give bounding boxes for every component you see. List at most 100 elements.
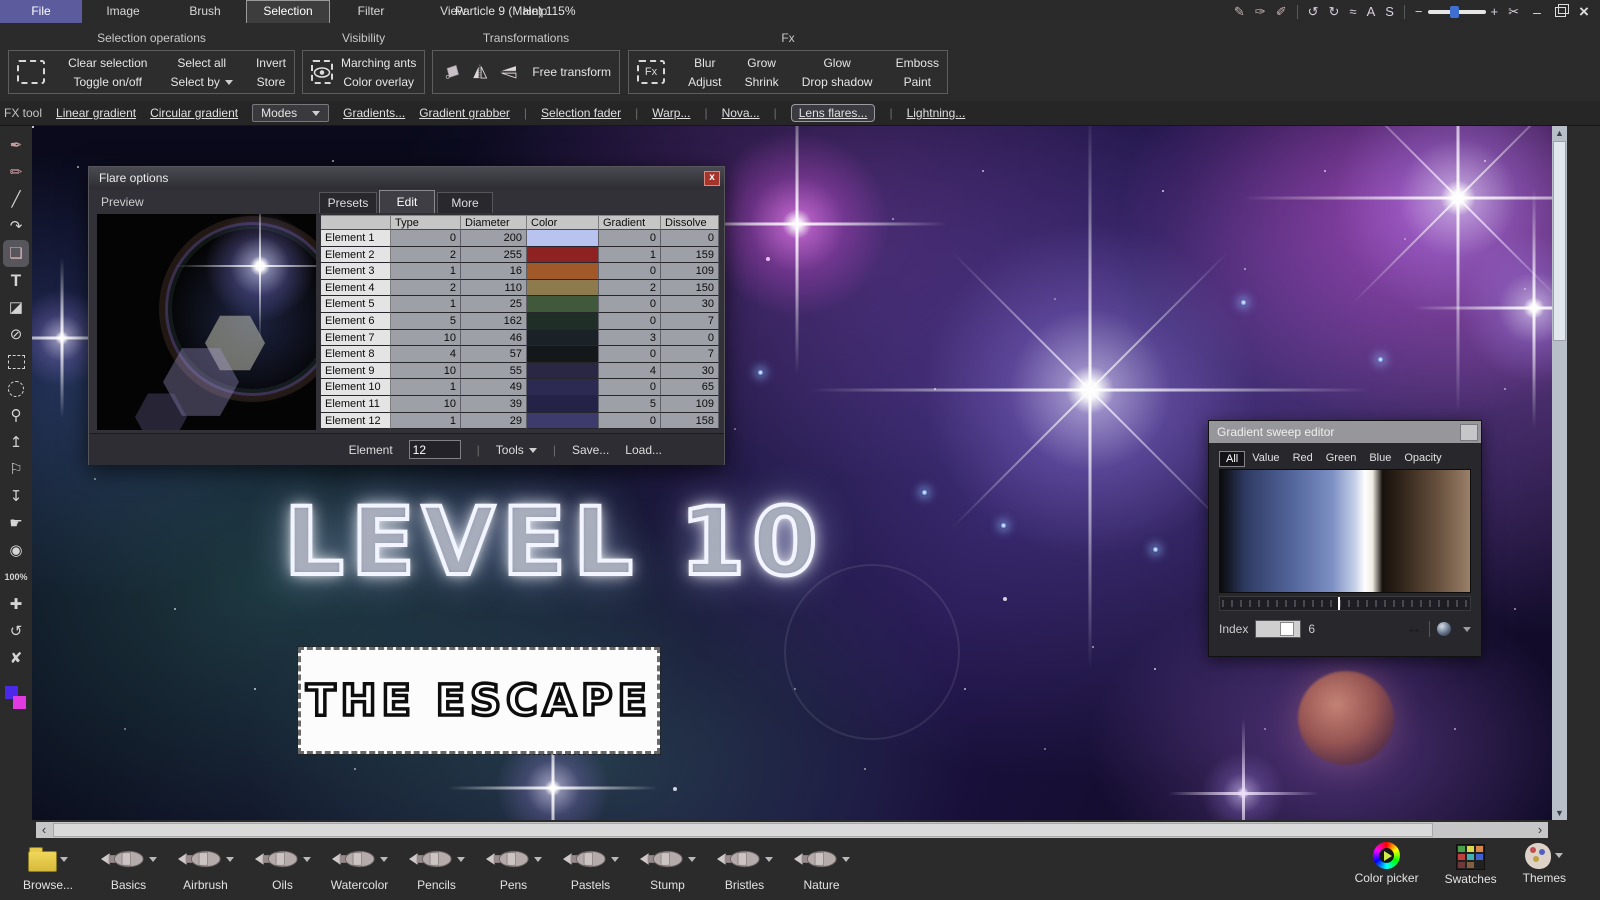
tab-blue[interactable]: Blue xyxy=(1363,451,1397,467)
dissolve-cell[interactable]: 30 xyxy=(661,296,719,313)
type-cell[interactable]: 2 xyxy=(391,247,461,264)
color-cell[interactable] xyxy=(527,263,599,280)
dissolve-cell[interactable]: 7 xyxy=(661,346,719,363)
toggle-onoff-button[interactable]: Toggle on/off xyxy=(68,75,147,89)
table-row[interactable]: Element 8 4 57 0 7 xyxy=(321,346,719,363)
select-by-button[interactable]: Select by xyxy=(171,75,233,89)
table-row[interactable]: Element 3 1 16 0 109 xyxy=(321,263,719,280)
dropdown-caret-icon[interactable] xyxy=(226,857,234,862)
dissolve-cell[interactable]: 0 xyxy=(661,330,719,347)
diameter-cell[interactable]: 255 xyxy=(461,247,527,264)
type-cell[interactable]: 1 xyxy=(391,379,461,396)
airbrush-tool[interactable]: ✒ xyxy=(3,132,29,159)
brush-category-oils[interactable]: Oils xyxy=(244,842,321,892)
type-cell[interactable]: 1 xyxy=(391,263,461,280)
type-cell[interactable]: 1 xyxy=(391,413,461,430)
swatches-button[interactable]: Swatches xyxy=(1445,842,1497,886)
diameter-cell[interactable]: 57 xyxy=(461,346,527,363)
gradient-cell[interactable]: 0 xyxy=(599,313,661,330)
element-name-cell[interactable]: Element 9 xyxy=(321,363,391,380)
gradient-cell[interactable]: 0 xyxy=(599,379,661,396)
dropdown-caret-icon[interactable] xyxy=(60,857,68,862)
dropdown-caret-icon[interactable] xyxy=(611,857,619,862)
redo-icon[interactable]: ↻ xyxy=(1329,4,1340,20)
color-cell[interactable] xyxy=(527,379,599,396)
gradient-cell[interactable]: 3 xyxy=(599,330,661,347)
element-name-cell[interactable]: Element 4 xyxy=(321,280,391,297)
scroll-down-arrow[interactable]: ▼ xyxy=(1552,806,1567,820)
tack-tool[interactable]: ↧ xyxy=(3,483,29,510)
selection-icon[interactable] xyxy=(17,60,45,84)
invert-button[interactable]: Invert xyxy=(256,56,286,70)
ellipse-select-tool[interactable] xyxy=(3,375,29,402)
dropdown-caret-icon[interactable] xyxy=(534,857,542,862)
dropdown-caret-icon[interactable] xyxy=(149,857,157,862)
color-cell[interactable] xyxy=(527,230,599,247)
color-overlay-button[interactable]: Color overlay xyxy=(341,75,416,89)
tab-all[interactable]: All xyxy=(1219,451,1245,467)
transform-tool[interactable]: ❏ xyxy=(3,240,29,267)
gradients-link[interactable]: Gradients... xyxy=(343,106,405,120)
zoom-slider[interactable] xyxy=(1428,10,1486,14)
clear-selection-button[interactable]: Clear selection xyxy=(68,56,147,70)
color-cell[interactable] xyxy=(527,280,599,297)
dissolve-cell[interactable]: 7 xyxy=(661,313,719,330)
zoom-100-tool[interactable]: 100% xyxy=(3,564,29,591)
load-button[interactable]: Load... xyxy=(625,443,662,457)
linear-gradient-link[interactable]: Linear gradient xyxy=(56,106,136,120)
type-cell[interactable]: 10 xyxy=(391,396,461,413)
color-picker-button[interactable]: Color picker xyxy=(1355,842,1419,886)
knife-tool-icon[interactable]: ✂ xyxy=(1508,4,1519,20)
brush-preset-icon-3[interactable]: ✐ xyxy=(1276,4,1287,20)
scroll-right-arrow[interactable]: › xyxy=(1532,822,1548,838)
element-name-cell[interactable]: Element 11 xyxy=(321,396,391,413)
close-button[interactable]: × xyxy=(1576,2,1592,22)
restore-button[interactable] xyxy=(1555,7,1566,17)
dissolve-cell[interactable]: 109 xyxy=(661,263,719,280)
gradient-strip[interactable] xyxy=(1219,469,1471,593)
warp-icon[interactable]: ≈ xyxy=(1349,4,1356,19)
table-row[interactable]: Element 1 0 200 0 0 xyxy=(321,230,719,247)
hand-tool[interactable]: ☛ xyxy=(3,510,29,537)
horizontal-scrollbar[interactable]: ‹ › xyxy=(36,822,1548,838)
index-slider[interactable] xyxy=(1255,620,1301,638)
type-cell[interactable]: 10 xyxy=(391,330,461,347)
minimize-button[interactable]: – xyxy=(1529,4,1545,20)
type-cell[interactable]: 2 xyxy=(391,280,461,297)
table-row[interactable]: Element 5 1 25 0 30 xyxy=(321,296,719,313)
horizontal-scroll-thumb[interactable] xyxy=(53,823,1433,837)
tab-value[interactable]: Value xyxy=(1246,451,1285,467)
brush-category-airbrush[interactable]: Airbrush xyxy=(167,842,244,892)
zoom-tool[interactable]: ◉ xyxy=(3,537,29,564)
zoom-in-button[interactable]: + xyxy=(1491,4,1499,19)
nova-link[interactable]: Nova... xyxy=(722,106,760,120)
flip-horizontal-icon[interactable] xyxy=(472,60,488,84)
table-row[interactable]: Element 12 1 29 0 158 xyxy=(321,413,719,430)
brush-category-pens[interactable]: Pens xyxy=(475,842,552,892)
type-cell[interactable]: 5 xyxy=(391,313,461,330)
gradient-cell[interactable]: 0 xyxy=(599,230,661,247)
shear-tool[interactable]: ◪ xyxy=(3,294,29,321)
diameter-cell[interactable]: 25 xyxy=(461,296,527,313)
free-transform-button[interactable]: Free transform xyxy=(532,65,611,79)
element-name-cell[interactable]: Element 10 xyxy=(321,379,391,396)
selection-fader-link[interactable]: Selection fader xyxy=(541,106,621,120)
brush-category-pastels[interactable]: Pastels xyxy=(552,842,629,892)
menu-file[interactable]: File xyxy=(0,0,82,23)
eye-icon[interactable] xyxy=(311,60,333,84)
dissolve-cell[interactable]: 109 xyxy=(661,396,719,413)
chevron-down-icon[interactable] xyxy=(1463,627,1471,632)
dissolve-cell[interactable]: 150 xyxy=(661,280,719,297)
brush-category-basics[interactable]: Basics xyxy=(90,842,167,892)
dropdown-caret-icon[interactable] xyxy=(380,857,388,862)
undo-icon[interactable]: ↺ xyxy=(1308,4,1319,20)
panel-title-button[interactable] xyxy=(1460,424,1478,441)
color-cell[interactable] xyxy=(527,247,599,264)
menu-filter[interactable]: Filter xyxy=(330,0,412,23)
element-name-cell[interactable]: Element 12 xyxy=(321,413,391,430)
line-tool[interactable]: ╱ xyxy=(3,186,29,213)
color-cell[interactable] xyxy=(527,330,599,347)
table-row[interactable]: Element 4 2 110 2 150 xyxy=(321,280,719,297)
dialog-title-bar[interactable]: Flare options xyxy=(89,167,724,189)
tools-dropdown[interactable]: Tools xyxy=(496,443,537,457)
